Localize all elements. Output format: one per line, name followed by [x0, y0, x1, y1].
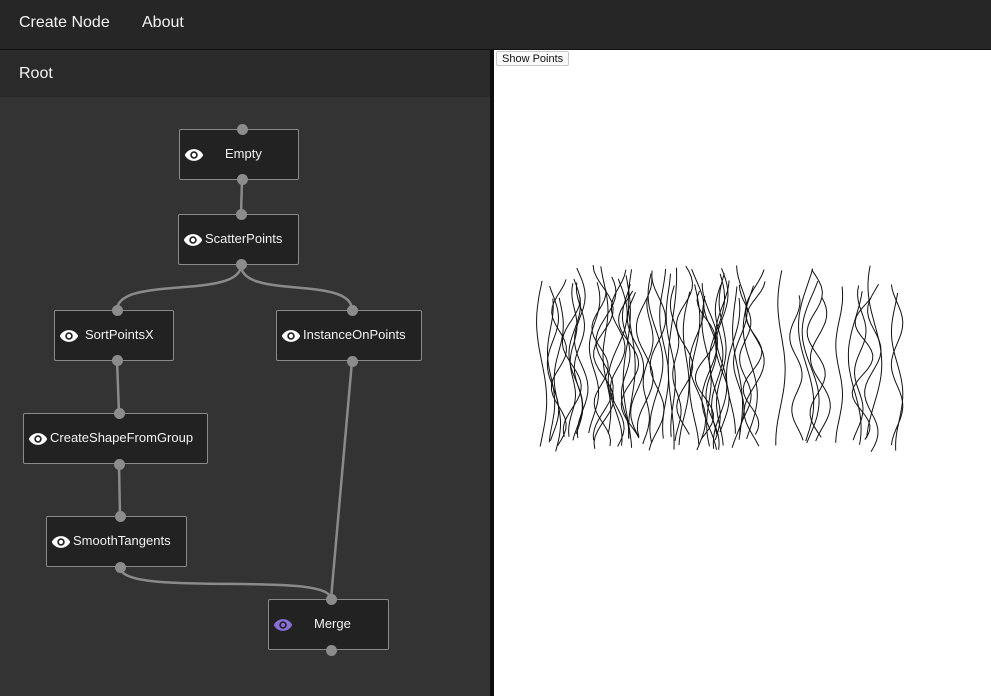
node-graph-panel: Root Empty ScatterPoints SortPointsX Ins…: [0, 50, 490, 696]
grass-strand: [890, 284, 904, 446]
port-sortx-out[interactable]: [112, 355, 123, 366]
node-sort-points-x[interactable]: SortPointsX: [54, 310, 174, 361]
viewer-panel: Show Points: [494, 50, 991, 696]
port-sortx-in[interactable]: [112, 305, 123, 316]
eye-icon[interactable]: [59, 326, 79, 346]
grass-strand: [835, 286, 844, 443]
menu-bar: Create Node About: [0, 0, 991, 50]
eye-icon[interactable]: [184, 145, 204, 165]
grass-strand: [678, 291, 691, 446]
node-merge[interactable]: Merge: [268, 599, 389, 650]
node-label: CreateShapeFromGroup: [50, 430, 194, 445]
port-scatter-in[interactable]: [236, 209, 247, 220]
wire-sortx-createshape: [115, 359, 121, 414]
node-label: Merge: [314, 616, 351, 631]
node-label: SortPointsX: [85, 327, 154, 342]
port-empty-in[interactable]: [237, 124, 248, 135]
grass-strand: [689, 284, 701, 446]
grass-strand: [864, 283, 882, 453]
port-empty-out[interactable]: [237, 174, 248, 185]
port-smooth-in[interactable]: [115, 511, 126, 522]
wire-scatter-sortx: [115, 264, 243, 311]
create-node-menu[interactable]: Create Node: [19, 14, 110, 32]
node-label: ScatterPoints: [205, 231, 283, 246]
node-label: SmoothTangents: [73, 533, 171, 548]
node-empty[interactable]: Empty: [179, 129, 299, 180]
grass-strand: [568, 283, 578, 437]
wire-scatter-instance: [239, 264, 354, 311]
eye-icon[interactable]: [281, 326, 301, 346]
port-createshape-out[interactable]: [114, 459, 125, 470]
port-instance-out[interactable]: [347, 356, 358, 367]
eye-icon[interactable]: [28, 429, 48, 449]
grass-strand: [642, 298, 654, 445]
eye-icon[interactable]: [183, 230, 203, 250]
port-instance-in[interactable]: [347, 305, 358, 316]
grass-strand: [775, 270, 786, 446]
wire-smooth-merge: [118, 567, 333, 600]
wire-createshape-smooth: [117, 464, 122, 517]
node-create-shape-from-group[interactable]: CreateShapeFromGroup: [23, 413, 208, 464]
port-smooth-out[interactable]: [115, 562, 126, 573]
eye-icon[interactable]: [51, 532, 71, 552]
port-createshape-in[interactable]: [114, 408, 125, 419]
grass-strand: [536, 280, 548, 447]
grass-strand: [659, 268, 670, 439]
port-merge-out[interactable]: [326, 645, 337, 656]
grass-strand: [635, 277, 654, 437]
wire-instance-merge: [329, 360, 354, 600]
grass-strand: [809, 297, 831, 442]
node-smooth-tangents[interactable]: SmoothTangents: [46, 516, 187, 567]
grass-strand: [852, 285, 867, 441]
node-label: Empty: [225, 146, 262, 161]
viewer-canvas[interactable]: [494, 50, 991, 696]
grass-strand: [806, 269, 826, 438]
port-scatter-out[interactable]: [236, 259, 247, 270]
port-merge-in[interactable]: [326, 594, 337, 605]
grass-strand: [551, 279, 567, 446]
about-menu[interactable]: About: [142, 14, 184, 32]
node-instance-on-points[interactable]: InstanceOnPoints: [276, 310, 422, 361]
eye-icon-active[interactable]: [273, 615, 293, 635]
node-label: InstanceOnPoints: [303, 327, 406, 342]
grass-strand: [789, 295, 804, 441]
node-scatter-points[interactable]: ScatterPoints: [178, 214, 299, 265]
